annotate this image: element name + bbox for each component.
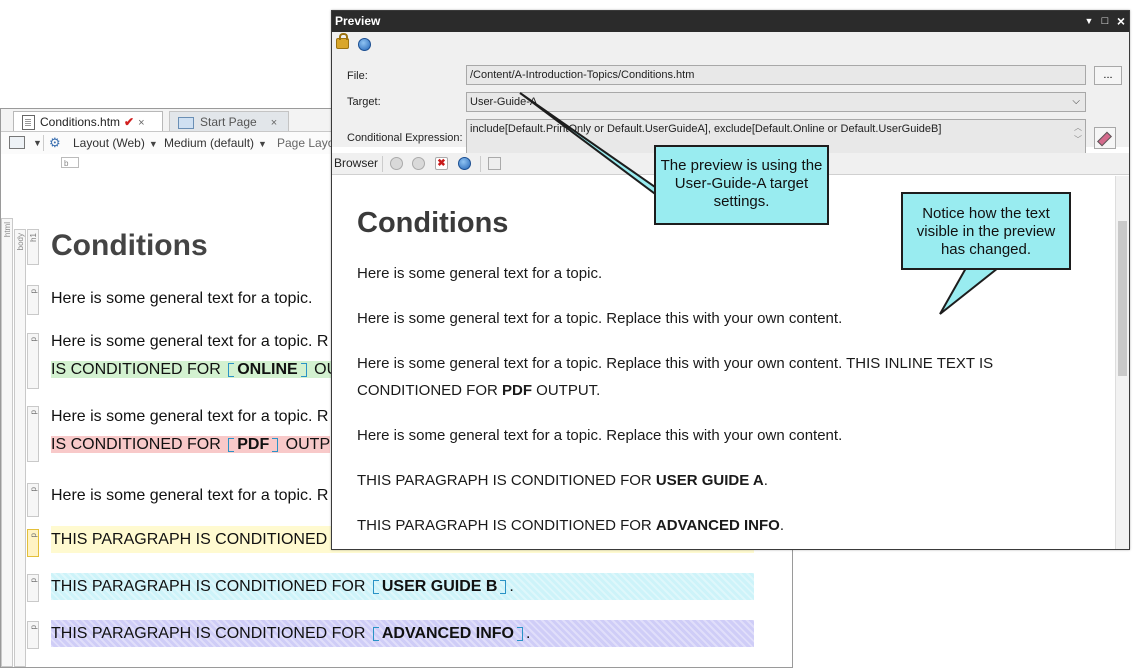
target-settings-callout: The preview is using the User-Guide-A ta… (654, 145, 829, 225)
notice-callout: Notice how the text visible in the previ… (901, 192, 1071, 270)
notice-callout-pointer (939, 267, 1001, 315)
callout-pointers (519, 92, 1001, 315)
